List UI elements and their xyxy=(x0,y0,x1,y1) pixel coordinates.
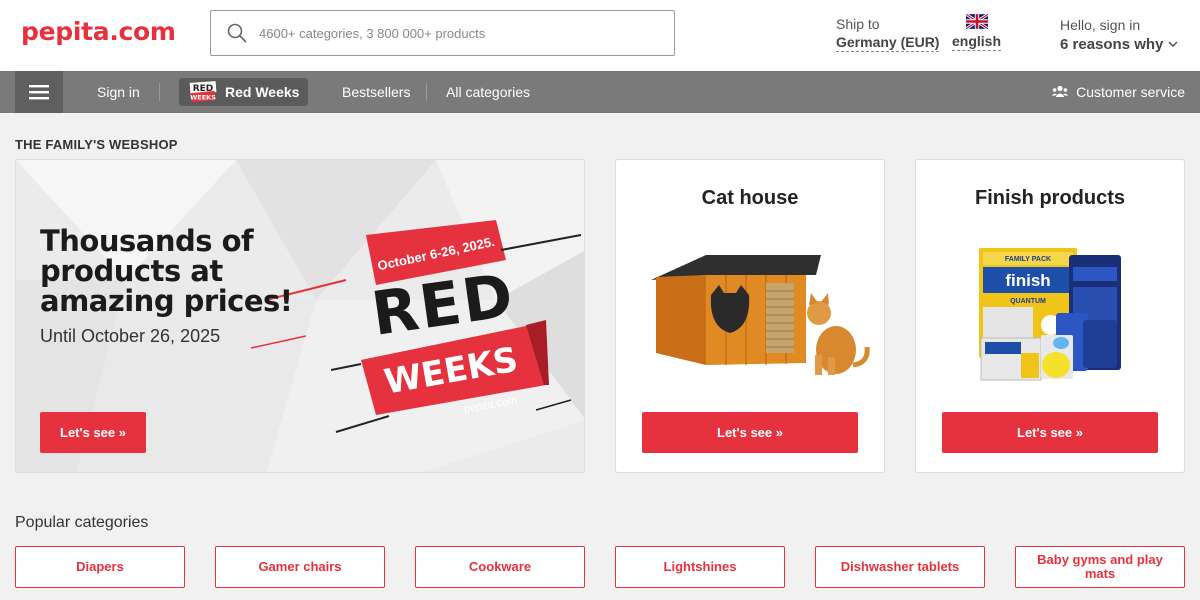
language-selector[interactable]: english xyxy=(952,14,1002,51)
cat-house-image xyxy=(651,255,870,375)
nav-all-categories[interactable]: All categories xyxy=(446,71,530,113)
card-title: Finish products xyxy=(975,187,1125,209)
hamburger-icon xyxy=(29,85,49,100)
account-greeting: Hello, sign in xyxy=(1060,17,1141,33)
nav-divider xyxy=(426,83,427,101)
hero-lets-see-button[interactable]: Let's see » xyxy=(40,412,146,453)
search-input[interactable] xyxy=(259,20,659,46)
category-pill-dishwasher-tablets[interactable]: Dishwasher tablets xyxy=(815,546,985,588)
ship-to-label: Ship to xyxy=(836,16,880,32)
hamburger-menu-button[interactable] xyxy=(15,71,63,113)
category-pill-gamer-chairs[interactable]: Gamer chairs xyxy=(215,546,385,588)
section-title: THE FAMILY'S WEBSHOP xyxy=(15,137,178,152)
account-reasons[interactable]: 6 reasons why xyxy=(1060,36,1178,53)
cat-house-lets-see-button[interactable]: Let's see » xyxy=(642,412,858,453)
red-weeks-logo-art: October 6-26, 2025. RED WEEKS pepita.com xyxy=(331,220,581,416)
card-title: Cat house xyxy=(701,187,799,209)
category-pill-lightshines[interactable]: Lightshines xyxy=(615,546,785,588)
site-logo[interactable]: pepita.com xyxy=(21,17,176,46)
finish-family-pack-text: FAMILY PACK xyxy=(1005,256,1051,263)
search-box[interactable] xyxy=(210,10,675,56)
account-menu[interactable]: Hello, sign in 6 reasons why xyxy=(1060,17,1178,53)
badge-weeks-text: WEEKS xyxy=(190,94,216,102)
promo-card-cat-house[interactable]: Cat house Let's see » xyxy=(615,159,885,473)
main-navbar: Sign in RED WEEKS Red Weeks Bestsellers … xyxy=(0,71,1200,113)
language-value[interactable]: english xyxy=(952,33,1002,51)
chevron-down-icon xyxy=(1168,41,1178,48)
red-weeks-badge-icon: RED WEEKS xyxy=(189,81,217,103)
nav-bestsellers[interactable]: Bestsellers xyxy=(342,71,410,113)
nav-divider xyxy=(159,83,160,101)
finish-lets-see-button[interactable]: Let's see » xyxy=(942,412,1158,453)
nav-red-weeks[interactable]: RED WEEKS Red Weeks xyxy=(179,78,308,106)
finish-products-image: FAMILY PACK finish QUANTUM xyxy=(979,248,1121,381)
category-pill-diapers[interactable]: Diapers xyxy=(15,546,185,588)
hero-subtitle: Until October 26, 2025 xyxy=(40,326,221,346)
account-reasons-label: 6 reasons why xyxy=(1060,36,1164,53)
uk-flag-icon xyxy=(965,14,988,29)
hero-banner[interactable]: Thousands of products at amazing prices!… xyxy=(15,159,585,473)
ship-to-value[interactable]: Germany (EUR) xyxy=(836,34,940,52)
nav-sign-in[interactable]: Sign in xyxy=(97,71,140,113)
search-icon[interactable] xyxy=(227,23,247,43)
hero-headline: Thousands of products at amazing prices! xyxy=(40,224,293,318)
customer-service-label: Customer service xyxy=(1076,84,1185,100)
customer-service-link[interactable]: Customer service xyxy=(1052,71,1185,113)
site-header: pepita.com Ship to Germany (EUR) english… xyxy=(0,0,1200,71)
nav-red-weeks-label: Red Weeks xyxy=(225,84,300,100)
people-icon xyxy=(1052,85,1069,97)
finish-quantum-text: QUANTUM xyxy=(1010,298,1046,305)
ship-to-selector[interactable]: Ship to Germany (EUR) xyxy=(836,16,940,52)
popular-categories-title: Popular categories xyxy=(15,514,149,531)
category-pill-cookware[interactable]: Cookware xyxy=(415,546,585,588)
category-pill-baby-gyms[interactable]: Baby gyms and play mats xyxy=(1015,546,1185,588)
promo-card-finish-products[interactable]: Finish products FAMILY PACK finish QUANT… xyxy=(915,159,1185,473)
finish-brand-text: finish xyxy=(1005,271,1050,290)
